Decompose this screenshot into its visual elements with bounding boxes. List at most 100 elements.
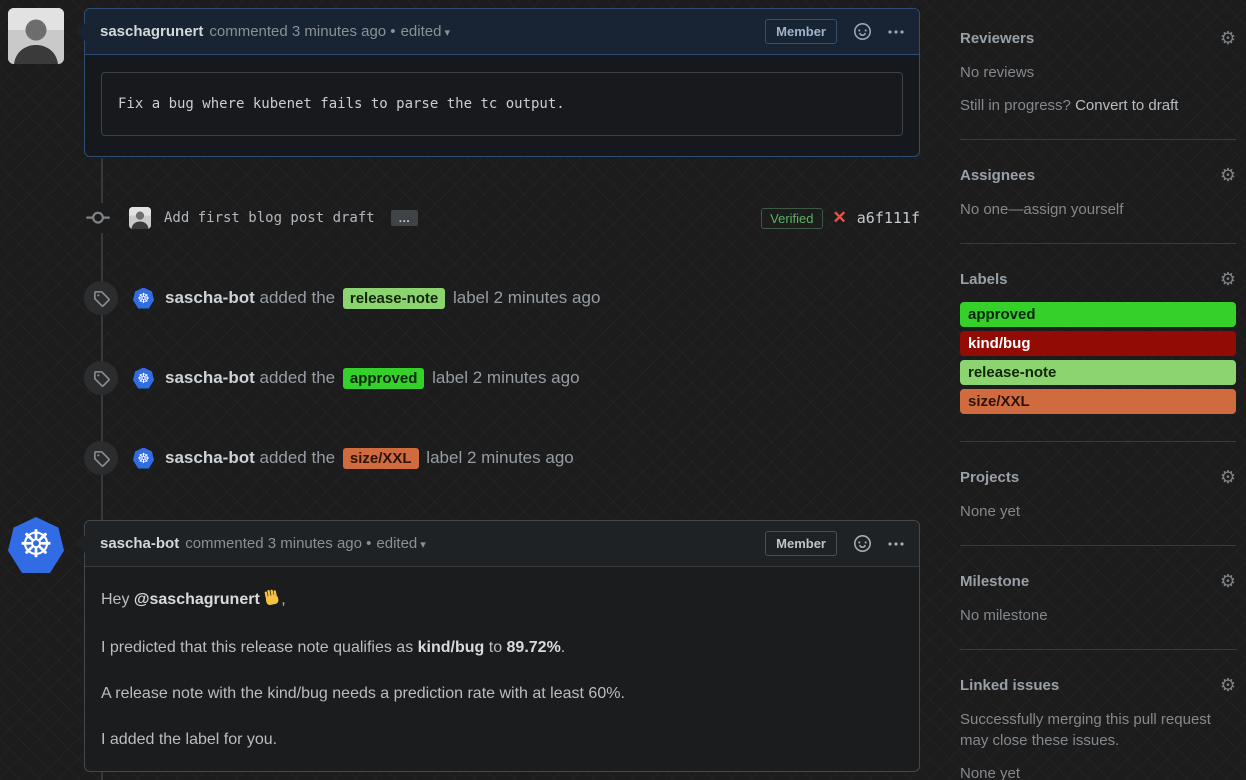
event-verb: added the xyxy=(259,288,335,307)
linked-issues-gear-button[interactable]: ⚙ xyxy=(1220,676,1236,694)
no-assignees-text: No one—assign yourself xyxy=(960,199,1236,220)
comment-saschagrunert: saschagrunert commented 3 minutes ago • … xyxy=(84,8,920,157)
event-text: sascha-bot added the approved label 2 mi… xyxy=(165,368,580,389)
label-chip-approved[interactable]: approved xyxy=(960,302,1236,327)
edited-dropdown[interactable]: edited▾ xyxy=(376,535,425,552)
linked-issues-heading: Linked issues xyxy=(960,677,1059,694)
add-reaction-button[interactable] xyxy=(854,535,871,552)
kebab-icon xyxy=(888,30,904,34)
kebab-menu-button[interactable] xyxy=(888,542,904,546)
no-reviews-text: No reviews xyxy=(960,62,1236,83)
label-event: ☸ sascha-bot added the release-note labe… xyxy=(84,280,920,316)
event-text: sascha-bot added the size/XXL label 2 mi… xyxy=(165,448,574,469)
threshold-paragraph: A release note with the kind/bug needs a… xyxy=(101,684,903,703)
comment-timestamp: commented 3 minutes ago • xyxy=(185,535,371,552)
label-chip-size-xxl[interactable]: size/XXL xyxy=(960,389,1236,414)
no-linked-issues-text: None yet xyxy=(960,763,1236,780)
label-chip-kind-bug[interactable]: kind/bug xyxy=(960,331,1236,356)
linked-issues-description: Successfully merging this pull request m… xyxy=(960,709,1236,751)
gear-icon: ⚙ xyxy=(1220,28,1236,48)
label-chip-release-note[interactable]: release-note xyxy=(960,360,1236,385)
bot-avatar[interactable]: ☸ xyxy=(133,448,154,469)
tag-icon xyxy=(93,370,110,387)
actor-login[interactable]: sascha-bot xyxy=(165,448,255,467)
portrait-photo-small xyxy=(129,207,151,229)
commit-author-avatar[interactable] xyxy=(129,207,151,229)
label-event: ☸ sascha-bot added the size/XXL label 2 … xyxy=(84,440,920,476)
commit-expand-button[interactable]: … xyxy=(391,210,418,226)
check-failure-x-icon[interactable]: ✕ xyxy=(833,208,847,228)
commit-event: Add first blog post draft … Verified ✕ a… xyxy=(84,202,920,234)
kubernetes-bot-avatar[interactable]: ☸ xyxy=(8,517,64,573)
event-text: sascha-bot added the release-note label … xyxy=(165,288,600,309)
comment-arrow xyxy=(76,23,85,41)
caret-down-icon: ▾ xyxy=(420,539,426,551)
comment-author-link[interactable]: saschagrunert xyxy=(100,23,203,40)
actor-login[interactable]: sascha-bot xyxy=(165,368,255,387)
tag-icon-badge xyxy=(84,441,118,475)
no-milestone-text: No milestone xyxy=(960,605,1236,626)
author-avatar[interactable] xyxy=(8,8,64,64)
no-projects-text: None yet xyxy=(960,501,1236,522)
comment-body: Fix a bug where kubenet fails to parse t… xyxy=(85,72,919,136)
event-time: label 2 minutes ago xyxy=(453,288,600,307)
caret-down-icon: ▾ xyxy=(444,27,450,39)
draft-hint: Still in progress? Convert to draft xyxy=(960,95,1236,116)
label-chip[interactable]: approved xyxy=(343,368,425,389)
label-event: ☸ sascha-bot added the approved label 2 … xyxy=(84,360,920,396)
bot-avatar[interactable]: ☸ xyxy=(133,288,154,309)
labels-gear-button[interactable]: ⚙ xyxy=(1220,270,1236,288)
kubernetes-wheel-icon: ☸ xyxy=(137,448,150,469)
gear-icon: ⚙ xyxy=(1220,165,1236,185)
event-verb: added the xyxy=(259,448,335,467)
comment-header: sascha-bot commented 3 minutes ago • edi… xyxy=(85,521,919,567)
tag-icon xyxy=(93,450,110,467)
sidebar: Reviewers ⚙ No reviews Still in progress… xyxy=(960,0,1236,780)
portrait-photo xyxy=(8,8,64,64)
comment-header: saschagrunert commented 3 minutes ago • … xyxy=(85,9,919,55)
reviewers-heading: Reviewers xyxy=(960,30,1034,47)
kebab-menu-button[interactable] xyxy=(888,30,904,34)
git-commit-icon xyxy=(84,203,112,233)
gear-icon: ⚙ xyxy=(1220,467,1236,487)
gear-icon: ⚙ xyxy=(1220,269,1236,289)
kebab-icon xyxy=(888,542,904,546)
code-text: Fix a bug where kubenet fails to parse t… xyxy=(118,96,565,112)
milestone-gear-button[interactable]: ⚙ xyxy=(1220,572,1236,590)
label-chip[interactable]: size/XXL xyxy=(343,448,419,469)
event-verb: added the xyxy=(259,368,335,387)
tag-icon-badge xyxy=(84,281,118,315)
convert-to-draft-link[interactable]: Convert to draft xyxy=(1075,97,1178,114)
kubernetes-wheel-icon: ☸ xyxy=(19,517,53,573)
comment-author-link[interactable]: sascha-bot xyxy=(100,535,179,552)
label-chip[interactable]: release-note xyxy=(343,288,445,309)
pull-request-conversation-page: saschagrunert commented 3 minutes ago • … xyxy=(0,0,1246,780)
verified-badge[interactable]: Verified xyxy=(761,208,822,229)
projects-gear-button[interactable]: ⚙ xyxy=(1220,468,1236,486)
comment-header-actions: Member xyxy=(765,19,904,44)
commit-sha-link[interactable]: a6f111f xyxy=(857,209,920,227)
actor-login[interactable]: sascha-bot xyxy=(165,288,255,307)
comment-sascha-bot: sascha-bot commented 3 minutes ago • edi… xyxy=(84,520,920,772)
reviewers-gear-button[interactable]: ⚙ xyxy=(1220,29,1236,47)
smiley-icon xyxy=(854,23,871,40)
section-labels: Labels ⚙ approved kind/bug release-note … xyxy=(960,244,1236,442)
label-list: approved kind/bug release-note size/XXL xyxy=(960,302,1236,414)
labels-heading: Labels xyxy=(960,271,1008,288)
assignees-gear-button[interactable]: ⚙ xyxy=(1220,166,1236,184)
commit-message-link[interactable]: Add first blog post draft xyxy=(164,210,375,226)
comment-header-actions: Member xyxy=(765,531,904,556)
add-reaction-button[interactable] xyxy=(854,23,871,40)
comment-body: Hey @saschagrunert , I predicted that th… xyxy=(85,567,919,749)
label-added-paragraph: I added the label for you. xyxy=(101,730,903,749)
kubernetes-wheel-icon: ☸ xyxy=(137,288,150,309)
section-reviewers: Reviewers ⚙ No reviews Still in progress… xyxy=(960,0,1236,140)
commit-status-group: Verified ✕ a6f111f xyxy=(761,208,920,229)
event-time: label 2 minutes ago xyxy=(426,448,573,467)
mention-link[interactable]: @saschagrunert xyxy=(134,591,260,608)
gear-icon: ⚙ xyxy=(1220,675,1236,695)
section-linked-issues: Linked issues ⚙ Successfully merging thi… xyxy=(960,650,1236,780)
bot-avatar[interactable]: ☸ xyxy=(133,368,154,389)
edited-dropdown[interactable]: edited▾ xyxy=(401,23,450,40)
tag-icon xyxy=(93,290,110,307)
